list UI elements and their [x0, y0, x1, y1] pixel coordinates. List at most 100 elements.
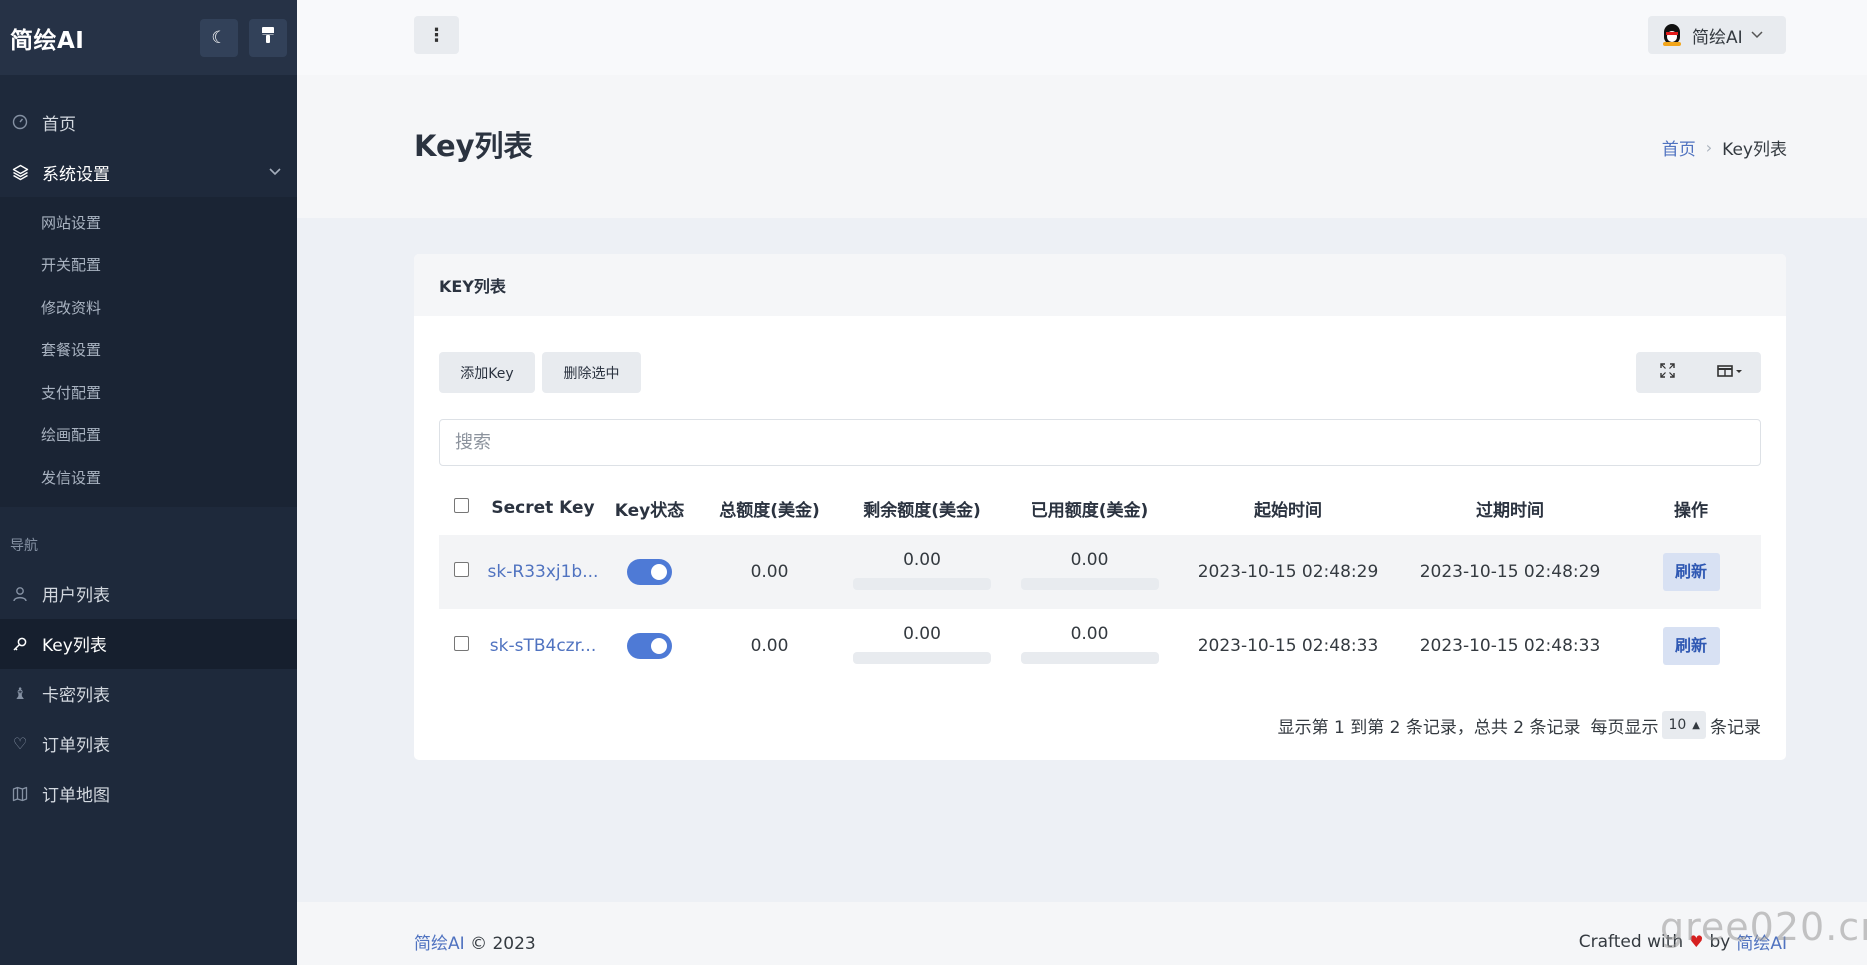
- system-settings-submenu: 网站设置 开关配置 修改资料 套餐设置 支付配置 绘画配置 发信设置: [0, 197, 297, 507]
- footer-brand-link[interactable]: 简绘AI: [414, 934, 465, 954]
- key-status-toggle[interactable]: [627, 633, 672, 659]
- column-header[interactable]: 起始时间: [1177, 481, 1399, 535]
- table-row: sk-sTB4czr... 0.00 0.00 0.00 2023-10-15 …: [439, 609, 1761, 683]
- row-checkbox[interactable]: [454, 562, 469, 577]
- nav-section-label: 导航: [10, 537, 38, 554]
- key-status-cell: [602, 535, 697, 609]
- search-input[interactable]: [439, 419, 1761, 466]
- sidebar-subitem-drawing-config[interactable]: 绘画配置: [0, 414, 297, 457]
- used-quota-cell: 0.00: [1002, 609, 1177, 683]
- remaining-quota-cell: 0.00: [842, 535, 1002, 609]
- brand-logo[interactable]: 简绘AI: [10, 21, 189, 55]
- sidebar-item-label: 卡密列表: [42, 686, 110, 706]
- sidebar-item-label: Key列表: [42, 636, 107, 656]
- remaining-quota-bar: [853, 651, 991, 664]
- layout-toggle-button[interactable]: [249, 18, 287, 57]
- secret-key-link[interactable]: sk-sTB4czr...: [484, 609, 602, 683]
- watermark: gree020.cn: [1660, 905, 1867, 949]
- row-select-cell: [439, 609, 484, 683]
- key-status-toggle[interactable]: [627, 559, 672, 585]
- pagination-summary: 显示第 1 到第 2 条记录，总共 2 条记录: [1277, 717, 1581, 738]
- select-all-checkbox[interactable]: [454, 498, 469, 513]
- refresh-button[interactable]: 刷新: [1662, 627, 1720, 665]
- row-select-cell: [439, 535, 484, 609]
- sidebar-item-label: 用户列表: [42, 586, 110, 606]
- add-key-button[interactable]: 添加Key: [439, 352, 535, 393]
- key-table: Secret Key Key状态 总额度(美金) 剩余额度(美金) 已用额度(美…: [439, 481, 1761, 683]
- sidebar: 简绘AI ☾ 首页 系统设置 网站设置 开关配置 修改资料 套餐设置 支付配置 …: [0, 0, 297, 965]
- used-quota-bar: [1020, 651, 1159, 664]
- map-icon: [10, 786, 30, 802]
- topbar: ⋮ 简绘AI: [297, 0, 1867, 75]
- sidebar-item-home[interactable]: 首页: [0, 97, 297, 147]
- table-header-row: Secret Key Key状态 总额度(美金) 剩余额度(美金) 已用额度(美…: [439, 481, 1761, 535]
- sidebar-header: 简绘AI ☾: [0, 0, 297, 75]
- more-menu-button[interactable]: ⋮: [414, 16, 459, 54]
- sidebar-item-label: 系统设置: [42, 164, 110, 185]
- secret-key-link[interactable]: sk-R33xj1b...: [484, 535, 602, 609]
- moon-icon: ☾: [211, 27, 227, 48]
- column-header[interactable]: 剩余额度(美金): [842, 481, 1002, 535]
- brush-icon: [261, 26, 275, 49]
- sidebar-item-user-list[interactable]: 用户列表: [0, 569, 297, 619]
- per-page-suffix: 条记录: [1710, 717, 1761, 738]
- action-cell: 刷新: [1621, 609, 1761, 683]
- row-checkbox[interactable]: [454, 636, 469, 651]
- sidebar-nav: 首页 系统设置 网站设置 开关配置 修改资料 套餐设置 支付配置 绘画配置 发信…: [0, 75, 297, 819]
- breadcrumb: 首页 › Key列表: [1662, 135, 1787, 160]
- columns-toggle-button[interactable]: [1699, 352, 1762, 393]
- theme-toggle-button[interactable]: ☾: [200, 18, 238, 57]
- total-quota-cell: 0.00: [750, 562, 789, 582]
- column-header[interactable]: 已用额度(美金): [1002, 481, 1177, 535]
- start-time-cell: 2023-10-15 02:48:33: [1197, 636, 1379, 656]
- page-title: Key列表: [414, 129, 533, 163]
- breadcrumb-home-link[interactable]: 首页: [1662, 135, 1696, 160]
- total-quota-cell: 0.00: [750, 636, 789, 656]
- sidebar-item-system-settings[interactable]: 系统设置: [0, 147, 297, 197]
- per-page-prefix: 每页显示: [1590, 717, 1659, 738]
- sidebar-item-key-list[interactable]: Key列表: [0, 618, 297, 669]
- key-status-cell: [602, 609, 697, 683]
- sidebar-item-order-list[interactable]: ♡ 订单列表: [0, 719, 297, 769]
- footer: 简绘AI © 2023 Crafted with ♥ by 简绘AI: [297, 902, 1867, 965]
- key-icon: [10, 636, 30, 652]
- column-header[interactable]: 过期时间: [1399, 481, 1621, 535]
- remaining-quota-value: 0.00: [903, 549, 941, 570]
- caret-up-icon: ▲: [1692, 719, 1700, 731]
- refresh-button[interactable]: 刷新: [1662, 553, 1720, 591]
- sidebar-item-order-map[interactable]: 订单地图: [0, 769, 297, 819]
- column-header[interactable]: Key状态: [602, 481, 697, 535]
- start-time-cell: 2023-10-15 02:48:29: [1197, 562, 1379, 582]
- sidebar-subitem-payment-config[interactable]: 支付配置: [0, 371, 297, 414]
- column-header: 操作: [1674, 500, 1708, 521]
- fullscreen-button[interactable]: [1636, 352, 1699, 393]
- used-quota-bar: [1020, 577, 1159, 590]
- sidebar-subitem-mail-settings[interactable]: 发信设置: [0, 456, 297, 499]
- chevron-right-icon: ›: [1705, 138, 1713, 157]
- remaining-quota-value: 0.00: [903, 623, 941, 644]
- select-all-cell: [439, 481, 484, 535]
- sidebar-subitem-edit-profile[interactable]: 修改资料: [0, 286, 297, 329]
- action-cell: 刷新: [1621, 535, 1761, 609]
- qq-penguin-icon: [1662, 24, 1682, 46]
- sidebar-subitem-site-settings[interactable]: 网站设置: [0, 201, 297, 244]
- table-tools-group: [1636, 352, 1761, 393]
- footer-copyright-text: © 2023: [470, 934, 536, 954]
- used-quota-value: 0.00: [1070, 549, 1109, 570]
- used-quota-cell: 0.00: [1002, 535, 1177, 609]
- user-icon: [10, 586, 30, 602]
- sidebar-subitem-switch-config[interactable]: 开关配置: [0, 244, 297, 287]
- delete-selected-button[interactable]: 删除选中: [542, 352, 641, 393]
- layers-icon: [10, 164, 30, 181]
- column-header[interactable]: Secret Key: [484, 481, 602, 535]
- chevron-down-icon: [1751, 28, 1763, 43]
- remaining-quota-bar: [853, 577, 991, 590]
- chevron-down-icon: [269, 165, 281, 180]
- expire-time-cell: 2023-10-15 02:48:29: [1419, 562, 1601, 582]
- page-size-select[interactable]: 10 ▲: [1662, 711, 1706, 739]
- sidebar-subitem-package-settings[interactable]: 套餐设置: [0, 329, 297, 372]
- expire-time-cell: 2023-10-15 02:48:33: [1419, 636, 1601, 656]
- column-header[interactable]: 总额度(美金): [697, 481, 842, 535]
- user-menu-button[interactable]: 简绘AI: [1648, 16, 1786, 54]
- sidebar-item-card-list[interactable]: ♝ 卡密列表: [0, 669, 297, 719]
